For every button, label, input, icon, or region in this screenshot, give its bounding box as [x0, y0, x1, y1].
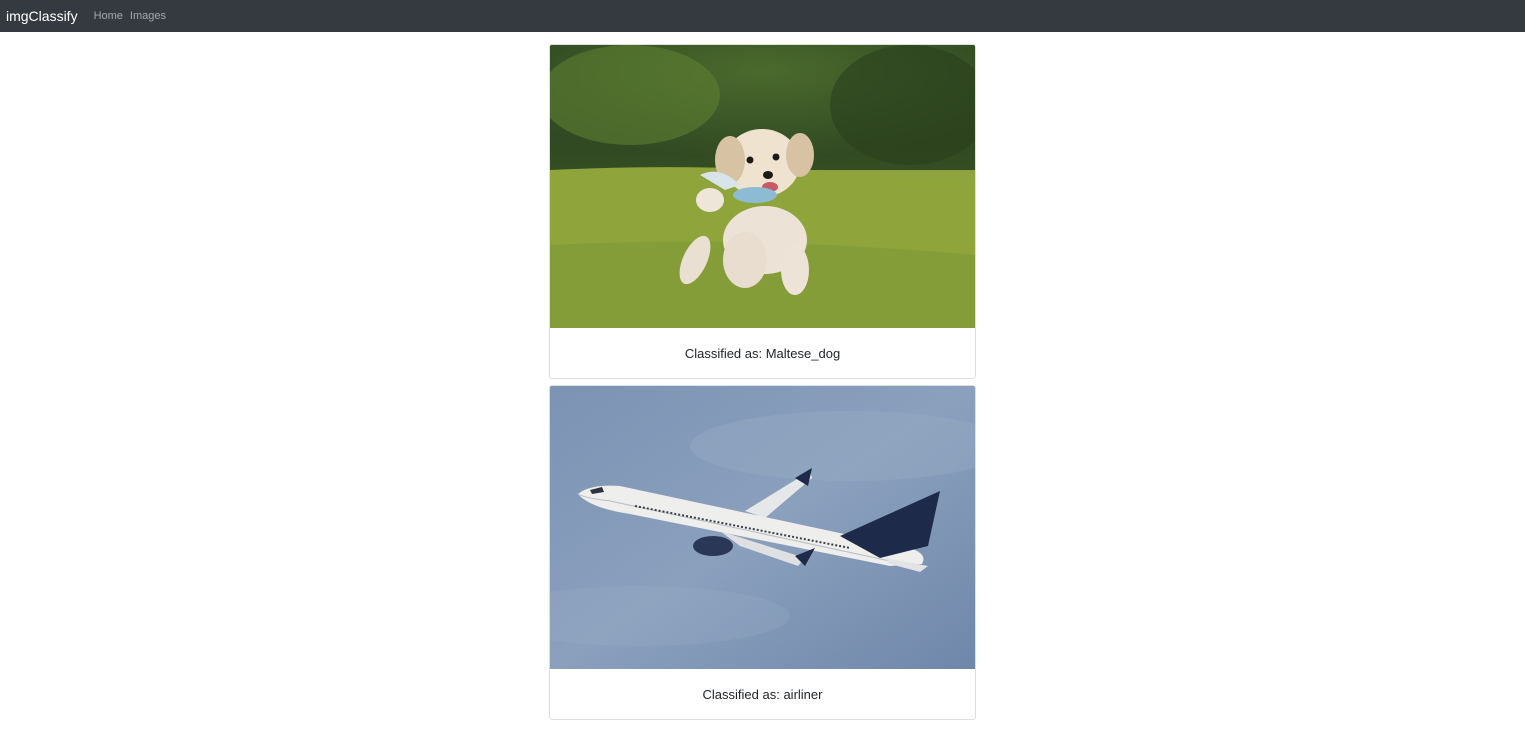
card-caption: Classified as: Maltese_dog	[684, 345, 841, 361]
card-caption: Classified as: airliner	[702, 686, 823, 702]
cards-container: Classified as: Maltese_dog Classified as…	[549, 44, 976, 720]
airplane-image	[550, 386, 975, 669]
image-card: Classified as: Maltese_dog	[549, 44, 976, 379]
nav-link-home[interactable]: Home	[94, 10, 123, 22]
brand-link[interactable]: imgClassify	[6, 8, 78, 24]
top-navbar: imgClassify Home Images	[0, 0, 1525, 32]
image-card: Classified as: airliner	[549, 385, 976, 720]
nav-link-images[interactable]: Images	[130, 10, 166, 22]
dog-image	[550, 45, 975, 328]
